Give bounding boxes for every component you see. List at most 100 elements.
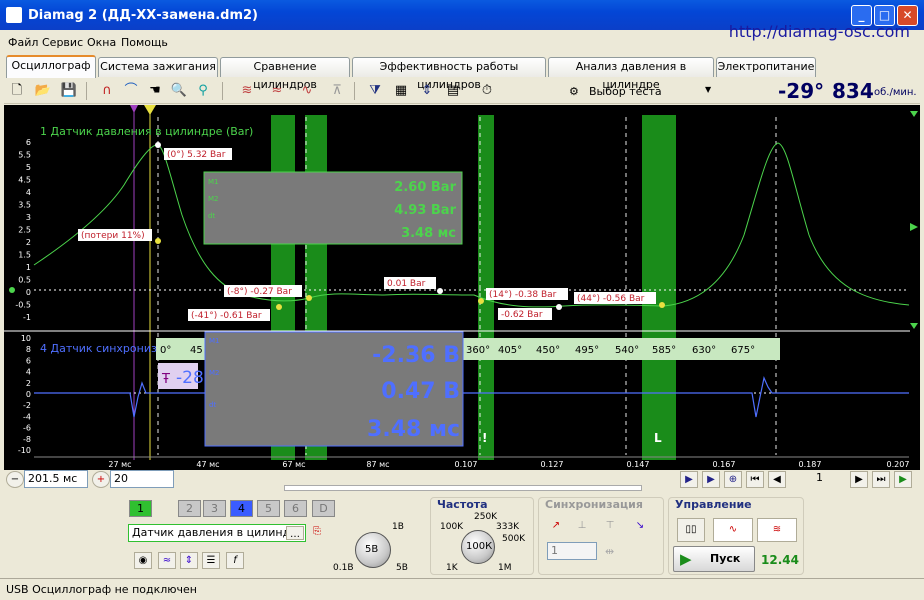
more-button[interactable]: … <box>286 526 304 540</box>
marker-label-top: (0°) 5.32 Bar <box>167 150 226 160</box>
play-icon: ▶ <box>680 550 692 568</box>
cursor1-handle[interactable] <box>130 105 138 113</box>
y-tick-ch4: -4 <box>23 412 31 421</box>
last-page-icon[interactable]: ⏭ <box>872 471 890 488</box>
noise-icon[interactable]: ≋ <box>757 518 797 542</box>
sync-arrows-icon: ⇹ <box>605 545 615 558</box>
y-tick-ch1: 2.5 <box>18 226 31 235</box>
channel-button-1[interactable]: 1 <box>129 500 152 517</box>
curve-icon[interactable]: ⌒ <box>120 80 142 102</box>
magnet-icon[interactable]: ∩ <box>96 80 118 102</box>
sync-down-icon[interactable]: ⊤ <box>601 518 619 535</box>
save-icon[interactable]: 💾 <box>58 80 80 102</box>
y-tick-ch4: -6 <box>23 424 31 433</box>
prev-page-icon[interactable]: ◀ <box>768 471 786 488</box>
channel-button-4[interactable]: 4 <box>230 500 253 517</box>
marker-point[interactable] <box>155 238 161 244</box>
document-icon[interactable]: ▤ <box>442 80 464 102</box>
time-tick: 47 мс <box>196 460 219 469</box>
sync-channel-select[interactable]: 1 <box>547 542 597 560</box>
angle-tick: 0° <box>160 345 171 356</box>
tab-cylinder-efficiency[interactable]: Эффективность работы цилиндров <box>352 57 546 91</box>
time-tick: 0.207 <box>887 460 910 469</box>
run-icon[interactable]: ▶ <box>894 471 912 488</box>
tab-cylinder-compare[interactable]: Сравнение цилиндров <box>220 57 350 91</box>
site-url[interactable]: http://diamag-osc.com <box>729 22 910 41</box>
marker-point[interactable] <box>306 295 312 301</box>
volt-knob[interactable]: 5В <box>355 532 391 568</box>
split-icon[interactable]: ⇕ <box>416 80 438 102</box>
m2-label: M2 <box>209 369 220 377</box>
sync-up-icon[interactable]: ⊥ <box>573 518 591 535</box>
cursor2-handle[interactable] <box>144 105 156 115</box>
play-right-icon[interactable]: ▶ <box>702 471 720 488</box>
updown-icon[interactable]: ⇕ <box>180 552 198 569</box>
channel-button-6[interactable]: 6 <box>284 500 307 517</box>
lines-icon[interactable]: ☰ <box>202 552 220 569</box>
oscilloscope-display[interactable]: 6 5.5 5 4.5 4 3.5 3 2.5 2 1.5 1 0.5 0 -0.5 -1 10 8 6 4 2 0 -… <box>4 105 920 470</box>
start-button[interactable]: ▶ Пуск <box>673 546 755 572</box>
rpm-readout: 834 <box>832 79 874 103</box>
zoom-icon[interactable]: 🔍 <box>168 80 190 102</box>
sync-auto-icon[interactable]: ↘ <box>631 518 649 535</box>
tab-ignition[interactable]: Система зажигания <box>98 57 218 77</box>
hand-icon[interactable]: ☚ <box>144 80 166 102</box>
channel-button-5[interactable]: 5 <box>257 500 280 517</box>
horizontal-scrollbar[interactable] <box>284 485 642 491</box>
volt-mark: 1В <box>392 522 404 532</box>
y-tick-ch4: -10 <box>18 446 31 455</box>
angle-tick: 630° <box>692 345 716 356</box>
marker-point[interactable] <box>437 288 443 294</box>
tab-oscilloscope[interactable]: Осциллограф <box>6 55 96 78</box>
probe-icon[interactable]: ⚲ <box>192 80 214 102</box>
auto-icon[interactable]: ⊼ <box>326 80 348 102</box>
dt-label: dt <box>209 401 216 409</box>
next-page-icon[interactable]: ▶ <box>850 471 868 488</box>
function-icon[interactable]: f <box>226 552 244 569</box>
add-icon[interactable]: ⊕ <box>724 471 742 488</box>
timebase-select[interactable]: 201.5 мс <box>24 470 88 488</box>
eye-icon[interactable]: ◉ <box>134 552 152 569</box>
wave-icon[interactable]: ≈ <box>158 552 176 569</box>
tab-pressure-analysis[interactable]: Анализ давления в цилиндре <box>548 57 714 91</box>
open-folder-icon[interactable]: 📂 <box>32 80 54 102</box>
menu-service[interactable]: Сервис <box>42 36 83 49</box>
filter-icon[interactable]: ⧩ <box>364 80 386 102</box>
grid-icon[interactable]: ▦ <box>390 80 412 102</box>
sine-icon[interactable]: ∿ <box>713 518 753 542</box>
tab-power[interactable]: Электропитание <box>716 57 816 77</box>
frequency-knob[interactable]: 100К <box>461 530 495 564</box>
test-select[interactable]: ⚙ Выбор теста ▼ <box>564 80 716 101</box>
marker-point[interactable] <box>276 304 282 310</box>
wave-compress-icon[interactable]: ≋ <box>236 80 258 102</box>
y-tick-ch1: 3.5 <box>18 201 31 210</box>
y-tick-ch1: 1 <box>26 263 31 272</box>
sync-rise-icon[interactable]: ↗ <box>547 518 565 535</box>
zoom-out-icon[interactable]: − <box>6 471 24 488</box>
menu-windows[interactable]: Окна <box>87 36 116 49</box>
page-number[interactable]: 1 <box>790 470 846 488</box>
auto-timer-icon[interactable]: ⏱ <box>476 80 498 102</box>
channel-button-2[interactable]: 2 <box>178 500 201 517</box>
zoom-in-icon[interactable]: + <box>92 471 110 488</box>
wave-multi-icon[interactable]: ≈ <box>266 80 288 102</box>
count-select[interactable]: 20 <box>110 470 174 488</box>
menu-help[interactable]: Помощь <box>121 36 168 49</box>
sensor-icon[interactable]: ⎘ <box>308 524 326 541</box>
new-file-icon[interactable]: 🗋 <box>6 80 28 102</box>
channel-name-select[interactable]: Датчик давления в цилиндре <box>128 524 306 542</box>
channel-button-3[interactable]: 3 <box>203 500 226 517</box>
pause-icon[interactable]: ▯▯ <box>677 518 705 542</box>
play-left-icon[interactable]: ▶ <box>680 471 698 488</box>
marker-point[interactable] <box>556 304 562 310</box>
marker-point[interactable] <box>478 298 484 304</box>
wave-peak-icon[interactable]: ∿ <box>296 80 318 102</box>
dt-value: 3.48 мс <box>367 417 460 442</box>
status-text: USB Осциллограф не подключен <box>6 583 197 596</box>
channel1-zero-marker[interactable] <box>9 287 15 293</box>
marker-point[interactable] <box>659 302 665 308</box>
channel-button-d[interactable]: D <box>312 500 335 517</box>
menu-file[interactable]: Файл <box>8 36 38 49</box>
marker-point[interactable] <box>155 142 161 148</box>
first-page-icon[interactable]: ⏮ <box>746 471 764 488</box>
